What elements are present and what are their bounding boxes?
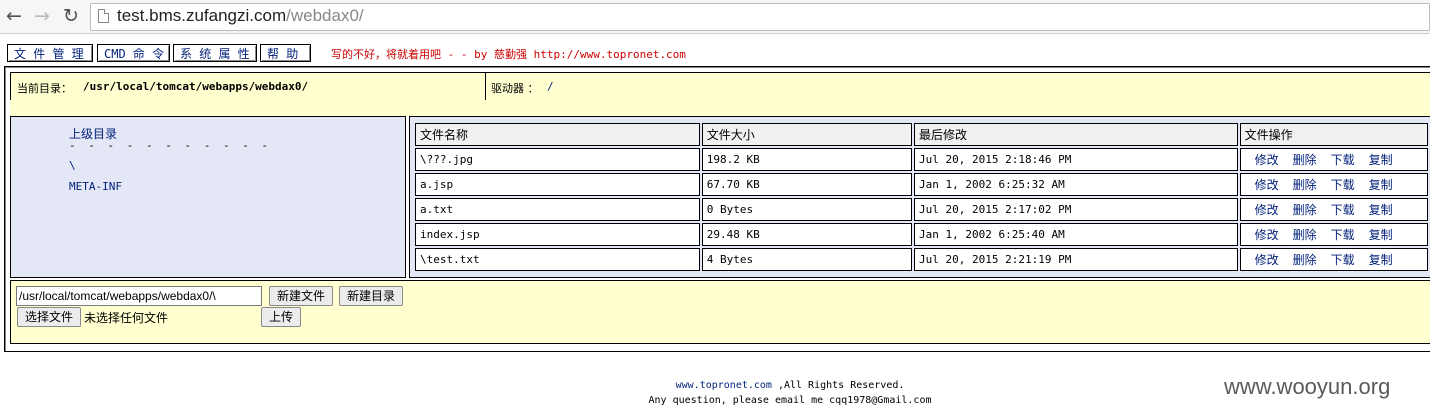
file-ops: 修改 删除 下载 复制 <box>1239 248 1428 271</box>
copy-link[interactable]: 复制 <box>1369 203 1393 217</box>
col-header-ops: 文件操作 <box>1239 123 1428 146</box>
file-ops: 修改 删除 下载 复制 <box>1239 198 1428 221</box>
file-size: 29.48 KB <box>701 223 913 246</box>
address-bar[interactable]: test.bms.zufangzi.com/webdax0/ <box>90 3 1430 31</box>
url-host: test.bms.zufangzi.com <box>117 6 287 25</box>
copy-link[interactable]: 复制 <box>1369 228 1393 242</box>
footer-rights: www.topronet.com ,All Rights Reserved. <box>0 380 1430 391</box>
download-link[interactable]: 下载 <box>1331 178 1355 192</box>
file-modified: Jul 20, 2015 2:17:02 PM <box>914 198 1238 221</box>
table-row: index.jsp 29.48 KB Jan 1, 2002 6:25:40 A… <box>415 223 1428 246</box>
menu-help[interactable]: 帮 助 <box>260 44 311 62</box>
credit-line: 写的不好，将就着用吧 - - by 慈勤强 http://www.toprone… <box>331 46 686 62</box>
drive-link[interactable]: / <box>547 80 554 93</box>
current-dir-path: /usr/local/tomcat/webapps/webdax0/ <box>83 80 309 93</box>
table-row: a.txt 0 Bytes Jul 20, 2015 2:17:02 PM 修改… <box>415 198 1428 221</box>
forward-arrow-icon[interactable]: → <box>30 4 54 28</box>
credit-text: 写的不好，将就着用吧 - - by 慈勤强 <box>331 48 534 61</box>
browser-toolbar: ← → ↻ test.bms.zufangzi.com/webdax0/ <box>0 0 1430 34</box>
table-row: a.jsp 67.70 KB Jan 1, 2002 6:25:32 AM 修改… <box>415 173 1428 196</box>
file-name[interactable]: \test.txt <box>415 248 700 271</box>
download-link[interactable]: 下载 <box>1331 228 1355 242</box>
footer-contact: Any question, please email me cqq1978@Gm… <box>648 395 932 406</box>
edit-link[interactable]: 修改 <box>1255 153 1279 167</box>
reload-icon[interactable]: ↻ <box>59 4 83 28</box>
menu-file-manager[interactable]: 文 件 管 理 <box>7 44 93 62</box>
footer-rights-text: ,All Rights Reserved. <box>771 380 905 391</box>
file-name[interactable]: \???.jpg <box>415 148 700 171</box>
upload-button[interactable]: 上传 <box>261 307 301 327</box>
file-size: 67.70 KB <box>701 173 913 196</box>
table-row: \???.jpg 198.2 KB Jul 20, 2015 2:18:46 P… <box>415 148 1428 171</box>
divider <box>485 73 486 101</box>
table-row: \test.txt 4 Bytes Jul 20, 2015 2:21:19 P… <box>415 248 1428 271</box>
edit-link[interactable]: 修改 <box>1255 228 1279 242</box>
edit-link[interactable]: 修改 <box>1255 203 1279 217</box>
credit-url[interactable]: http://www.topronet.com <box>534 48 686 61</box>
current-dir-label: 当前目录： <box>17 82 72 95</box>
spacer-band <box>10 100 1430 116</box>
file-modified: Jan 1, 2002 6:25:40 AM <box>914 223 1238 246</box>
file-name[interactable]: a.jsp <box>415 173 700 196</box>
col-header-modified: 最后修改 <box>914 123 1238 146</box>
tree-divider: - - - - - - - - - - - <box>69 139 272 152</box>
delete-link[interactable]: 删除 <box>1293 228 1317 242</box>
file-ops: 修改 删除 下载 复制 <box>1239 148 1428 171</box>
back-arrow-icon[interactable]: ← <box>2 4 26 28</box>
file-ops: 修改 删除 下载 复制 <box>1239 223 1428 246</box>
copy-link[interactable]: 复制 <box>1369 253 1393 267</box>
file-size: 198.2 KB <box>701 148 913 171</box>
tree-item-root[interactable]: \ <box>69 159 76 172</box>
choose-file-button[interactable]: 选择文件 <box>17 307 81 327</box>
edit-link[interactable]: 修改 <box>1255 178 1279 192</box>
file-size: 0 Bytes <box>701 198 913 221</box>
drive-label: 驱动器 ： <box>491 82 539 95</box>
file-modified: Jul 20, 2015 2:21:19 PM <box>914 248 1238 271</box>
edit-link[interactable]: 修改 <box>1255 253 1279 267</box>
download-link[interactable]: 下载 <box>1331 203 1355 217</box>
file-table: 文件名称 文件大小 最后修改 文件操作 \???.jpg 198.2 KB Ju… <box>413 121 1430 273</box>
col-header-size: 文件大小 <box>701 123 913 146</box>
url-text[interactable]: test.bms.zufangzi.com/webdax0/ <box>117 6 364 26</box>
new-dir-button[interactable]: 新建目录 <box>339 286 403 306</box>
menu-cmd[interactable]: CMD 命 令 <box>97 44 170 62</box>
path-input[interactable] <box>16 286 262 306</box>
copy-link[interactable]: 复制 <box>1369 178 1393 192</box>
file-size: 4 Bytes <box>701 248 913 271</box>
delete-link[interactable]: 删除 <box>1293 178 1317 192</box>
new-file-button[interactable]: 新建文件 <box>269 286 333 306</box>
url-path: /webdax0/ <box>286 6 364 25</box>
directory-bar: 当前目录： /usr/local/tomcat/webapps/webdax0/… <box>10 72 1430 102</box>
delete-link[interactable]: 删除 <box>1293 253 1317 267</box>
file-name[interactable]: index.jsp <box>415 223 700 246</box>
file-ops: 修改 删除 下载 复制 <box>1239 173 1428 196</box>
directory-tree: 上级目录 - - - - - - - - - - - \ META-INF <box>10 116 406 278</box>
watermark: www.wooyun.org <box>1224 374 1391 399</box>
delete-link[interactable]: 删除 <box>1293 203 1317 217</box>
download-link[interactable]: 下载 <box>1331 153 1355 167</box>
col-header-name: 文件名称 <box>415 123 700 146</box>
table-header-row: 文件名称 文件大小 最后修改 文件操作 <box>415 123 1428 146</box>
no-file-label: 未选择任何文件 <box>84 311 169 325</box>
file-name[interactable]: a.txt <box>415 198 700 221</box>
file-modified: Jan 1, 2002 6:25:32 AM <box>914 173 1238 196</box>
download-link[interactable]: 下载 <box>1331 253 1355 267</box>
file-modified: Jul 20, 2015 2:18:46 PM <box>914 148 1238 171</box>
copy-link[interactable]: 复制 <box>1369 153 1393 167</box>
delete-link[interactable]: 删除 <box>1293 153 1317 167</box>
menu-system-properties[interactable]: 系 统 属 性 <box>173 44 257 62</box>
page-icon <box>98 9 109 23</box>
footer-site-link[interactable]: www.topronet.com <box>676 380 772 391</box>
tree-item-meta-inf[interactable]: META-INF <box>69 180 122 193</box>
